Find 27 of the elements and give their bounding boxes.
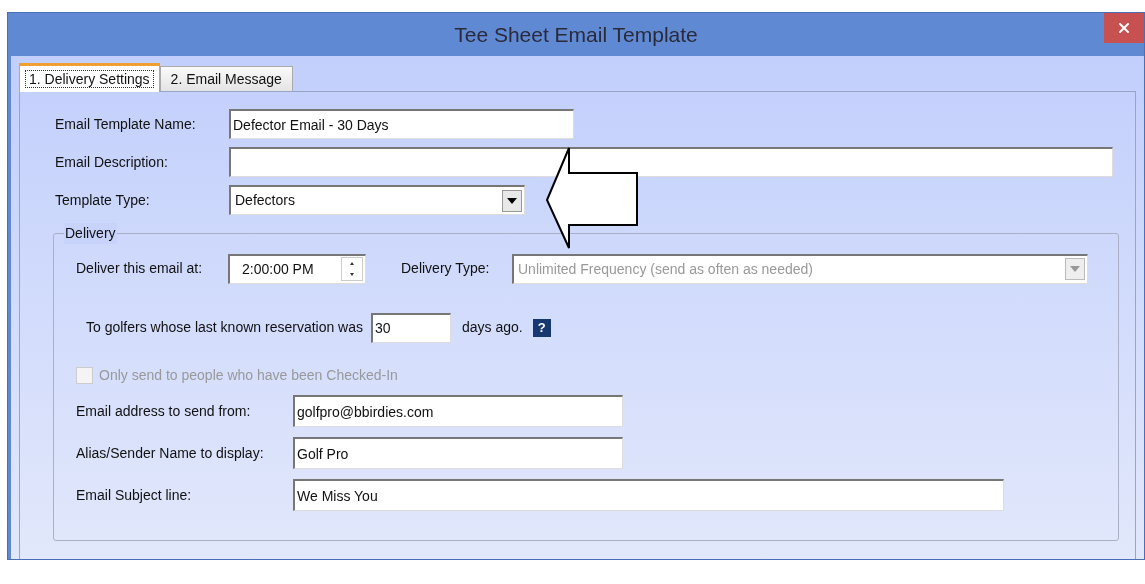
close-icon (1116, 20, 1132, 36)
field-label: Email address to send from: (76, 401, 252, 421)
spinner-arrows-icon[interactable] (341, 257, 363, 281)
group-title: Delivery (64, 223, 117, 244)
text-field[interactable] (229, 147, 1113, 177)
text-field[interactable]: Golf Pro (293, 437, 623, 469)
tab[interactable]: 1. Delivery Settings (19, 63, 160, 92)
field-label: Email Description: (55, 152, 169, 172)
help-button[interactable]: ? (532, 318, 551, 337)
text-field[interactable]: We Miss You (293, 479, 1004, 511)
field-label: Delivery Type: (401, 259, 491, 278)
text-field[interactable]: Defector Email - 30 Days (229, 109, 574, 139)
days-suffix-label: days ago. (462, 318, 523, 337)
template-type-dropdown[interactable]: Defectors (229, 185, 525, 215)
field-label: Email Subject line: (76, 485, 193, 505)
field-label: Template Type: (55, 190, 151, 210)
field-label: Email Template Name: (55, 114, 197, 134)
tab[interactable]: 2. Email Message (159, 66, 293, 91)
days-field[interactable]: 30 (371, 312, 452, 343)
text-field[interactable]: golfpro@bbirdies.com (293, 395, 623, 427)
field-label: Deliver this email at: (76, 259, 204, 278)
days-prefix-label: To golfers whose last known reservation was (86, 318, 364, 337)
window-title: Tee Sheet Email Template (454, 21, 698, 48)
checkbox-label: Only send to people who have been Checked-In (99, 365, 398, 385)
time-spinner[interactable]: 2:00:00 PM (228, 253, 366, 284)
field-label: Alias/Sender Name to display: (76, 443, 265, 463)
close-button[interactable] (1104, 13, 1144, 43)
